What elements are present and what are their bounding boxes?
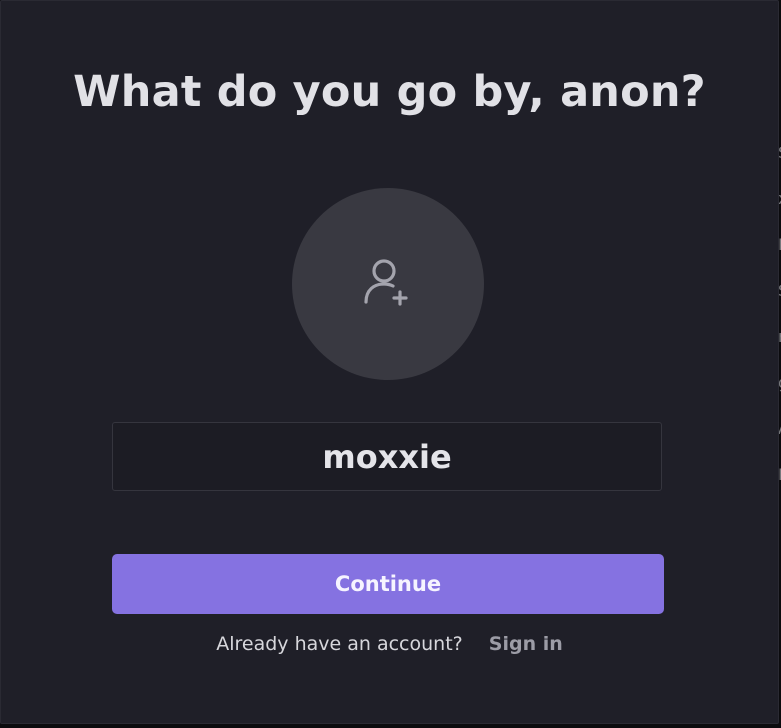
- signin-row: Already have an account? Sign in: [1, 633, 778, 655]
- signin-link[interactable]: Sign in: [489, 633, 563, 655]
- username-input[interactable]: [112, 422, 662, 491]
- modal-title: What do you go by, anon?: [73, 67, 706, 117]
- signin-prompt: Already have an account?: [216, 633, 463, 655]
- user-plus-icon: [360, 254, 416, 314]
- avatar-upload-button[interactable]: [292, 188, 484, 380]
- continue-button[interactable]: Continue: [112, 554, 664, 614]
- signup-modal: What do you go by, anon? Continue Alread…: [0, 0, 779, 724]
